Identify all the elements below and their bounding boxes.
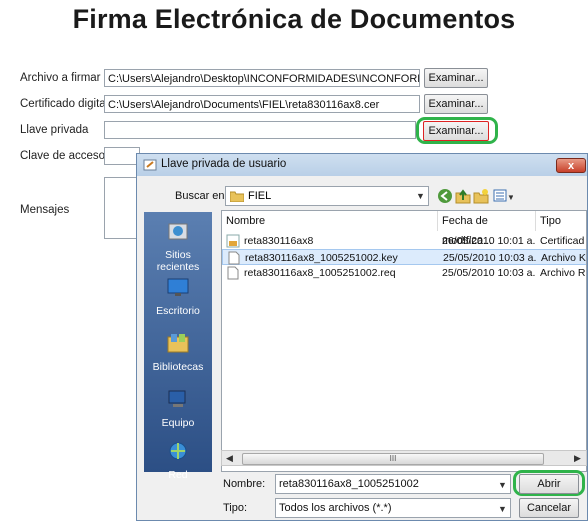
certificate-file-icon [226, 234, 240, 248]
recent-places-icon [168, 223, 188, 240]
place-network[interactable]: Red [144, 440, 212, 481]
certificado-label: Certificado digital [20, 98, 109, 110]
filetype-value: Todos los archivos (*.*) [279, 502, 392, 514]
open-button[interactable]: Abrir [519, 474, 579, 494]
view-menu-icon[interactable]: ▼ [493, 188, 513, 204]
file-type: Archivo R [540, 267, 586, 279]
clave-field[interactable] [104, 147, 140, 165]
column-header-name[interactable]: Nombre [222, 211, 438, 231]
file-type: Archivo K [541, 252, 586, 264]
file-name: reta830116ax8_1005251002.key [245, 252, 398, 264]
dialog-titlebar[interactable]: Llave privada de usuario x [137, 154, 587, 176]
chevron-down-icon[interactable]: ▼ [498, 476, 507, 493]
file-row[interactable]: reta830116ax8 26/05/2010 10:01 a... Cert… [222, 233, 586, 249]
archivo-field[interactable]: C:\Users\Alejandro\Desktop\INCONFORMIDAD… [104, 69, 420, 87]
lookin-combo[interactable]: FIEL ▼ [225, 186, 429, 206]
file-icon [227, 266, 239, 280]
place-desktop[interactable]: Escritorio [144, 276, 212, 317]
file-row[interactable]: reta830116ax8_1005251002.req 25/05/2010 … [222, 265, 586, 281]
dialog-title: Llave privada de usuario [161, 158, 287, 170]
back-icon[interactable] [437, 188, 453, 204]
file-name: reta830116ax8 [244, 235, 314, 247]
mensajes-area[interactable] [104, 177, 140, 239]
scroll-right-icon[interactable]: ▶ [574, 453, 581, 464]
certificado-field[interactable]: C:\Users\Alejandro\Documents\FIEL\reta83… [104, 95, 420, 113]
filename-label: Nombre: [223, 478, 266, 490]
place-label: Red [168, 469, 188, 481]
file-row-selected[interactable]: reta830116ax8_1005251002.key 25/05/2010 … [222, 249, 586, 265]
file-date: 26/05/2010 10:01 a... [442, 235, 536, 247]
file-open-dialog: Llave privada de usuario x Buscar en: FI… [136, 153, 588, 521]
filename-value: reta830116ax8_1005251002 [279, 478, 419, 490]
archivo-browse-button[interactable]: Examinar... [424, 68, 488, 88]
places-bar: Sitios recientes Escritorio Bibliotecas … [144, 212, 212, 481]
folder-icon [230, 191, 244, 202]
column-header-date[interactable]: Fecha de modifica... [438, 211, 536, 247]
file-icon [228, 251, 240, 265]
llave-label: Llave privada [20, 124, 89, 136]
filetype-label: Tipo: [223, 502, 248, 514]
up-folder-icon[interactable] [455, 188, 471, 204]
place-libraries[interactable]: Bibliotecas [144, 332, 212, 373]
file-name: reta830116ax8_1005251002.req [244, 267, 396, 279]
file-date: 25/05/2010 10:03 a... [442, 267, 536, 279]
place-recent[interactable]: Sitios recientes [144, 220, 212, 273]
llave-field[interactable] [104, 121, 416, 139]
place-label: Equipo [161, 417, 195, 429]
filename-input[interactable]: reta830116ax8_1005251002 ▼ [275, 474, 511, 494]
mensajes-label: Mensajes [20, 204, 70, 216]
computer-icon [168, 390, 186, 407]
new-folder-icon[interactable] [473, 188, 489, 204]
file-date: 25/05/2010 10:03 a... [443, 252, 537, 264]
place-label: Bibliotecas [152, 361, 204, 373]
lookin-label: Buscar en: [175, 190, 228, 202]
desktop-icon [167, 278, 189, 296]
horizontal-scrollbar[interactable]: ◀ III ▶ [221, 450, 587, 466]
lookin-value: FIEL [248, 190, 272, 202]
close-button[interactable]: x [556, 158, 586, 173]
place-label: Sitios recientes [156, 249, 200, 273]
file-type: Certificad [540, 235, 585, 247]
place-label: Escritorio [156, 305, 200, 317]
page-title: Firma Electrónica de Documentos [72, 4, 516, 34]
filetype-select[interactable]: Todos los archivos (*.*) ▼ [275, 498, 511, 518]
libraries-icon [167, 334, 189, 353]
chevron-down-icon: ▼ [416, 191, 425, 201]
llave-browse-button[interactable]: Examinar... [423, 121, 489, 141]
archivo-label: Archivo a firmar [20, 72, 101, 84]
network-icon [169, 442, 187, 460]
column-header-type[interactable]: Tipo [536, 211, 586, 231]
cancel-button[interactable]: Cancelar [519, 498, 579, 518]
dialog-body: Buscar en: FIEL ▼ ▼ Sitios recientes Esc… [137, 176, 587, 520]
certificado-browse-button[interactable]: Examinar... [424, 94, 488, 114]
place-computer[interactable]: Equipo [144, 388, 212, 429]
scroll-left-icon[interactable]: ◀ [226, 453, 233, 464]
scroll-thumb[interactable]: III [242, 453, 544, 465]
app-icon [143, 159, 157, 171]
file-list[interactable]: Nombre Fecha de modifica... Tipo reta830… [221, 210, 587, 472]
clave-label: Clave de acceso [20, 150, 106, 162]
svg-text:▼: ▼ [507, 193, 513, 202]
chevron-down-icon[interactable]: ▼ [498, 500, 507, 517]
